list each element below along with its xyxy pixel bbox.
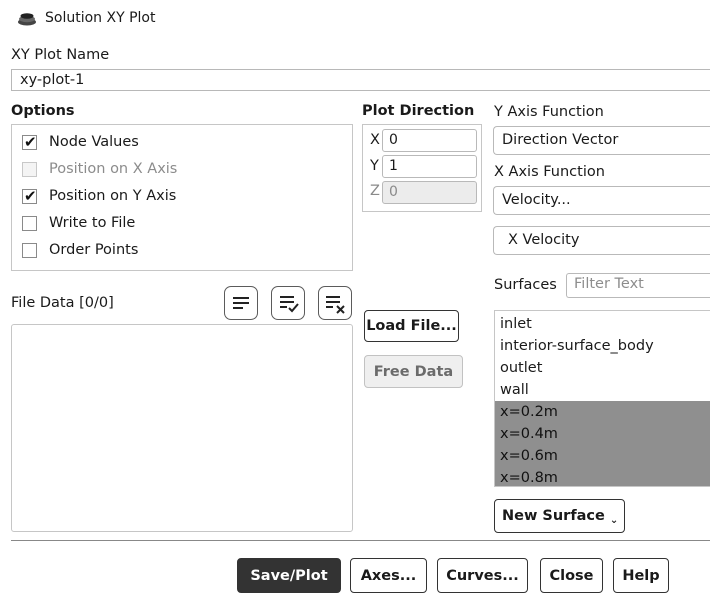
option-label: Order Points [49,242,139,258]
deselect-all-button[interactable] [318,286,352,320]
dir-x-label: X [370,132,380,148]
y-axis-function-label: Y Axis Function [494,104,604,120]
option-label: Position on Y Axis [49,188,177,204]
option-write-to-file[interactable]: Write to File [22,212,135,234]
dir-z-input: 0 [382,181,477,204]
close-button[interactable]: Close [540,558,603,593]
list-item[interactable]: x=0.4m [495,423,710,445]
options-panel: ✔ Node Values Position on X Axis ✔ Posit… [11,124,353,271]
save-plot-button[interactable]: Save/Plot [237,558,341,593]
x-axis-function-label: X Axis Function [494,164,605,180]
load-file-button[interactable]: Load File... [364,310,459,342]
app-logo-icon [18,13,36,26]
option-label: Position on X Axis [49,161,178,177]
position-x-checkbox [22,161,37,177]
window-title: Solution XY Plot [45,10,156,26]
option-order-points[interactable]: Order Points [22,239,138,261]
option-node-values[interactable]: ✔ Node Values [22,131,139,153]
surface-filter-input[interactable]: Filter Text [566,273,710,298]
list-check-icon [280,296,299,313]
position-y-checkbox[interactable]: ✔ [22,187,37,205]
node-values-checkbox[interactable]: ✔ [22,133,37,151]
dir-x-input[interactable]: 0 [382,129,477,152]
plot-name-label: XY Plot Name [11,47,110,63]
option-position-y[interactable]: ✔ Position on Y Axis [22,185,176,207]
select-all-button[interactable] [224,286,258,320]
curves-button[interactable]: Curves... [437,558,528,593]
dir-y-label: Y [370,158,379,174]
file-data-list[interactable] [11,324,353,532]
new-surface-label: New Surface [502,508,605,524]
x-axis-subfunction-dropdown[interactable]: X Velocity [493,226,710,255]
list-item[interactable]: x=0.2m [495,401,710,423]
y-axis-function-dropdown[interactable]: Direction Vector [493,126,710,155]
list-item[interactable]: interior-surface_body [495,335,710,357]
option-label: Write to File [49,215,136,231]
chevron-down-icon: ⌄ [609,515,619,526]
surfaces-label: Surfaces [494,277,557,293]
axes-button[interactable]: Axes... [350,558,427,593]
surfaces-list[interactable]: inlet interior-surface_body outlet wall … [494,310,710,487]
list-lines-icon [233,297,249,309]
dir-z-label: Z [370,183,380,199]
list-item[interactable]: inlet [495,313,710,335]
list-item[interactable]: x=0.6m [495,445,710,467]
free-data-button: Free Data [364,355,463,388]
options-title: Options [11,103,75,119]
write-to-file-checkbox[interactable] [22,215,37,231]
list-item[interactable]: wall [495,379,710,401]
new-surface-button[interactable]: New Surface ⌄ [494,499,625,533]
footer-divider [11,540,710,541]
help-button[interactable]: Help [613,558,669,593]
plot-name-input[interactable]: xy-plot-1 [11,69,710,91]
order-points-checkbox[interactable] [22,242,37,258]
dir-y-input[interactable]: 1 [382,155,477,178]
option-label: Node Values [49,134,139,150]
list-item[interactable]: x=0.8m [495,467,710,486]
list-item[interactable]: outlet [495,357,710,379]
plot-direction-title: Plot Direction [362,103,475,119]
select-checked-button[interactable] [271,286,305,320]
x-axis-function-dropdown[interactable]: Velocity... [493,186,710,215]
file-data-label: File Data [0/0] [11,295,114,311]
plot-direction-panel: X 0 Y 1 Z 0 [362,124,482,212]
list-clear-icon [326,296,345,314]
option-position-x: Position on X Axis [22,158,177,180]
